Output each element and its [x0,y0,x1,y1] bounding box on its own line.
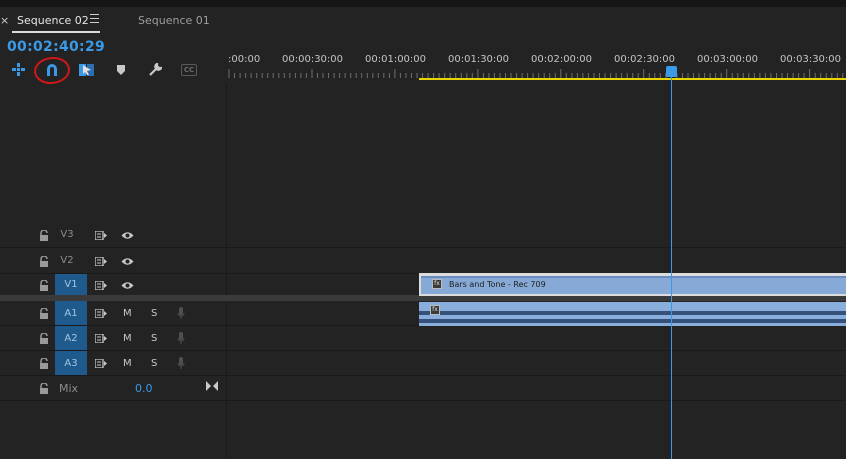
voice-over-record-icon[interactable] [177,332,185,344]
clip-name: Bars and Tone - Rec 709 [449,280,546,289]
track-target-v3[interactable]: V3 [57,222,77,247]
solo-track-button[interactable]: S [151,308,157,319]
tab-sequence-02[interactable]: Sequence 02 [17,14,89,27]
ruler-label: :00:00 [228,54,261,65]
insert-nest-icon[interactable] [10,61,28,79]
voice-over-record-icon[interactable] [177,357,185,369]
solo-track-button[interactable]: S [151,358,157,369]
fx-badge-icon[interactable]: fx [430,305,440,315]
sync-lock-icon[interactable] [95,334,107,343]
sync-lock-icon[interactable] [95,281,107,290]
ruler-label: 00:03:00:00 [697,54,759,65]
mix-volume-value[interactable]: 0.0 [135,382,153,395]
add-marker-icon[interactable] [112,61,130,79]
clip-top-bar [421,276,846,278]
panel-menu-icon[interactable] [90,14,100,23]
track-row-v3: V3 [0,222,846,248]
track-row-a3: A3 M S [0,351,846,376]
toggle-output-eye-icon[interactable] [121,257,134,266]
mute-track-button[interactable]: M [123,358,132,369]
sync-lock-icon[interactable] [95,359,107,368]
track-lock-icon[interactable] [39,230,49,241]
solo-track-button[interactable]: S [151,333,157,344]
clip-body: fx Bars and Tone - Rec 709 [421,276,846,294]
track-row-v2: V2 [0,248,846,274]
track-row-mix: Mix 0.0 [0,376,846,401]
playhead-line[interactable] [671,76,672,459]
track-target-v2[interactable]: V2 [57,248,77,273]
mix-track-label: Mix [59,382,79,395]
toggle-output-eye-icon[interactable] [121,281,134,290]
active-tab-underline [12,31,100,33]
ruler-label: 00:02:00:00 [531,54,593,65]
time-ruler[interactable]: :00:00 00:00:30:00 00:01:00:00 00:01:30:… [228,35,846,81]
annotation-circle [32,55,72,86]
window-top-strip [0,0,846,7]
playhead-handle[interactable] [666,66,677,77]
ruler-label: 00:01:30:00 [448,54,510,65]
audio-waveform [419,311,846,315]
mute-track-button[interactable]: M [123,333,132,344]
ruler-label: 00:00:30:00 [282,54,344,65]
track-lock-icon[interactable] [39,383,49,394]
track-target-a3[interactable]: A3 [55,351,87,375]
ruler-label: 00:03:30:00 [780,54,842,65]
ruler-label: 00:02:30:00 [614,54,676,65]
wrench-settings-icon[interactable] [146,61,164,79]
track-row-a2: A2 M S [0,326,846,351]
captions-icon[interactable]: CC [179,61,199,79]
audio-waveform [419,319,846,323]
work-area-bar[interactable] [419,78,846,80]
track-lock-icon[interactable] [39,358,49,369]
track-target-a2[interactable]: A2 [55,326,87,350]
captions-label: CC [180,64,198,76]
mute-track-button[interactable]: M [123,308,132,319]
sync-lock-icon[interactable] [95,309,107,318]
track-lock-icon[interactable] [39,308,49,319]
tab-sequence-01[interactable]: Sequence 01 [138,14,210,27]
go-to-end-icon[interactable] [206,381,218,391]
clip-bars-and-tone-audio[interactable]: fx [419,302,846,326]
clip-bars-and-tone-video[interactable]: fx Bars and Tone - Rec 709 [419,273,846,296]
toggle-output-eye-icon[interactable] [121,231,134,240]
playhead-timecode[interactable]: 00:02:40:29 [7,39,105,55]
panel-tab-bar [0,7,846,35]
fx-badge-icon[interactable]: fx [432,279,442,289]
track-lock-icon[interactable] [39,256,49,267]
sync-lock-icon[interactable] [95,257,107,266]
voice-over-record-icon[interactable] [177,307,185,319]
track-target-v1[interactable]: V1 [55,274,87,295]
sync-lock-icon[interactable] [95,231,107,240]
ruler-label: 00:01:00:00 [365,54,427,65]
linked-selection-icon[interactable] [78,61,96,79]
track-lock-icon[interactable] [39,333,49,344]
tab-close-button[interactable]: × [0,14,9,27]
track-target-a1[interactable]: A1 [55,301,87,325]
track-lock-icon[interactable] [39,280,49,291]
